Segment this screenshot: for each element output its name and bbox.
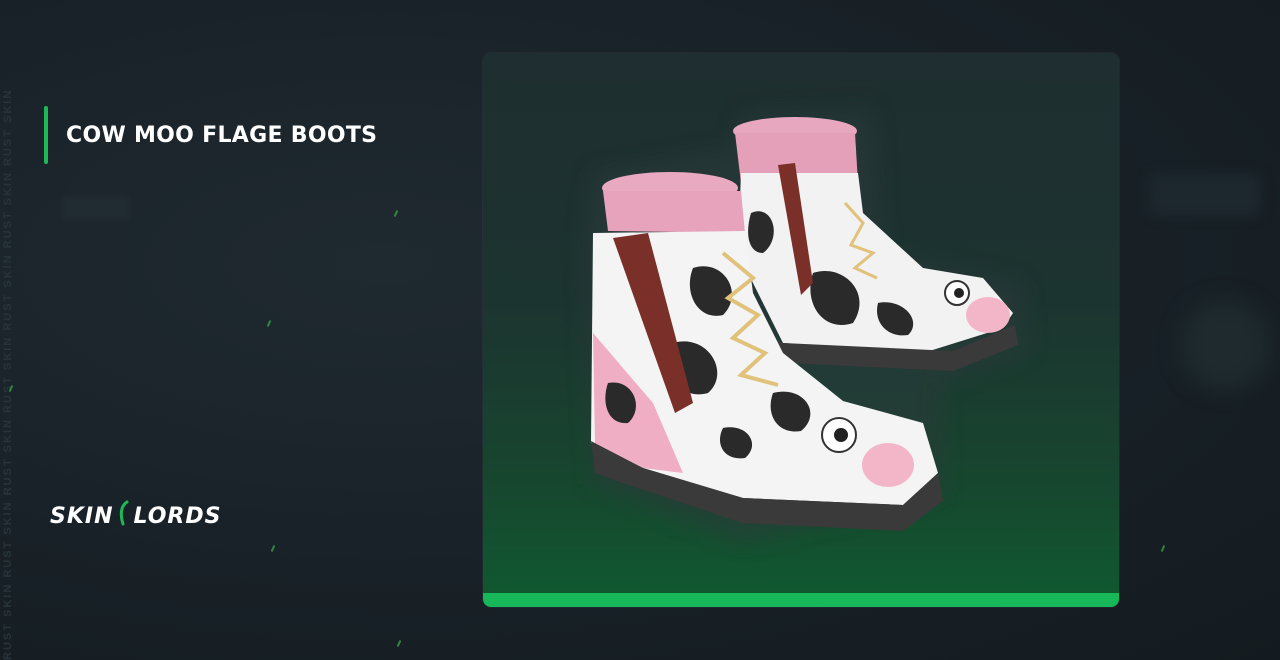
item-title: COW MOO FLAGE BOOTS xyxy=(66,122,378,148)
logo-text-right: LORDS xyxy=(133,503,222,529)
decor-speck xyxy=(393,209,399,218)
decor-speck xyxy=(1160,544,1166,553)
blurred-tag xyxy=(62,196,130,220)
title-accent-bar xyxy=(44,106,48,164)
item-title-block: COW MOO FLAGE BOOTS xyxy=(44,106,377,164)
blurred-decor xyxy=(1180,300,1270,390)
blurred-decor xyxy=(1150,175,1260,215)
logo-mark-icon xyxy=(117,500,131,532)
logo-text-left: SKIN xyxy=(50,503,114,529)
item-image-card xyxy=(483,53,1119,607)
side-watermark: RUST SKIN RUST SKIN RUST SKIN RUST SKIN … xyxy=(2,88,14,660)
decor-speck xyxy=(396,639,402,648)
cow-boots-icon xyxy=(583,108,1028,543)
card-accent-bar xyxy=(483,593,1119,607)
decor-speck xyxy=(266,319,272,328)
brand-logo: SKIN LORDS xyxy=(50,500,221,532)
decor-speck xyxy=(270,544,276,553)
